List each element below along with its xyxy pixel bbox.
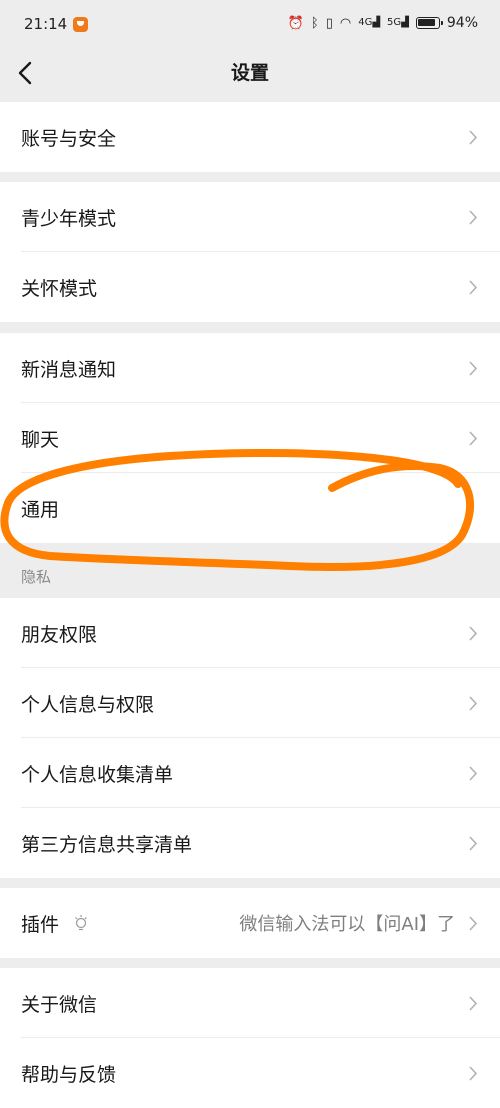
settings-group-modes: 青少年模式 关怀模式 [0, 182, 500, 322]
battery-icon [415, 17, 443, 29]
chevron-right-icon [469, 696, 478, 711]
chevron-right-icon [469, 210, 478, 225]
settings-item-label: 关于微信 [21, 993, 98, 1016]
settings-item-label: 朋友权限 [21, 623, 98, 646]
settings-item-label: 个人信息收集清单 [21, 763, 174, 786]
settings-group-privacy: 朋友权限 个人信息与权限 个人信息收集清单 第三方信息共享清单 [0, 598, 500, 878]
signal-5g-icon: 5G▟ [387, 17, 409, 28]
settings-item-label: 通用 [21, 498, 60, 521]
app-notification-icon [73, 16, 89, 32]
settings-group-plugins: 插件 微信输入法可以【问AI】了 [0, 888, 500, 958]
chevron-right-icon [469, 996, 478, 1011]
settings-item-label: 个人信息与权限 [21, 693, 155, 716]
chevron-right-icon [469, 836, 478, 851]
settings-item-label: 账号与安全 [21, 127, 117, 150]
settings-item-plugins[interactable]: 插件 微信输入法可以【问AI】了 [0, 888, 500, 958]
settings-item-label: 新消息通知 [21, 358, 117, 381]
settings-item-teen-mode[interactable]: 青少年模式 [0, 182, 500, 252]
chevron-right-icon [469, 1066, 478, 1081]
vibrate-icon: ▯ [325, 15, 333, 31]
wifi-icon: ◠ [339, 15, 352, 31]
settings-item-friend-permissions[interactable]: 朋友权限 [0, 598, 500, 668]
settings-item-about-wechat[interactable]: 关于微信 [0, 968, 500, 1038]
settings-item-label: 青少年模式 [21, 207, 117, 230]
status-time: 21:14 [24, 15, 68, 33]
chevron-right-icon [469, 626, 478, 641]
battery-percent: 94% [446, 15, 478, 31]
plugin-bulb-icon [75, 915, 87, 931]
chevron-right-icon [469, 431, 478, 446]
settings-item-chat[interactable]: 聊天 [0, 403, 500, 473]
section-label-privacy: 隐私 [21, 568, 52, 586]
chevron-right-icon [469, 916, 478, 931]
plugin-promo-text: 微信输入法可以【问AI】了 [239, 914, 455, 935]
settings-item-help-feedback[interactable]: 帮助与反馈 [0, 1038, 500, 1108]
settings-item-notifications[interactable]: 新消息通知 [0, 333, 500, 403]
page-title: 设置 [230, 62, 269, 84]
status-bar: 21:14 ⏰ ᛒ ▯ ◠ 4G▟ 5G▟ 94% [0, 0, 500, 50]
settings-group-general: 新消息通知 聊天 通用 [0, 333, 500, 543]
settings-group-about: 关于微信 帮助与反馈 [0, 968, 500, 1108]
alarm-icon: ⏰ [287, 15, 304, 31]
settings-item-third-party-sharing-list[interactable]: 第三方信息共享清单 [0, 808, 500, 878]
nav-bar: 设置 [0, 50, 500, 96]
settings-item-label: 帮助与反馈 [21, 1063, 117, 1086]
settings-group-account: 账号与安全 [0, 102, 500, 172]
settings-item-personal-info-permissions[interactable]: 个人信息与权限 [0, 668, 500, 738]
settings-item-care-mode[interactable]: 关怀模式 [0, 252, 500, 322]
chevron-right-icon [469, 280, 478, 295]
settings-item-label: 第三方信息共享清单 [21, 833, 193, 856]
chevron-right-icon [469, 361, 478, 376]
settings-item-label: 关怀模式 [21, 277, 98, 300]
settings-item-label: 聊天 [21, 428, 60, 451]
chevron-right-icon [469, 766, 478, 781]
settings-item-info-collection-list[interactable]: 个人信息收集清单 [0, 738, 500, 808]
bluetooth-icon: ᛒ [310, 15, 319, 31]
chevron-right-icon [469, 130, 478, 145]
settings-item-account-security[interactable]: 账号与安全 [0, 102, 500, 172]
settings-item-label: 插件 [21, 913, 60, 936]
settings-item-general[interactable]: 通用 [0, 473, 500, 543]
signal-4g-icon: 4G▟ [358, 17, 381, 28]
